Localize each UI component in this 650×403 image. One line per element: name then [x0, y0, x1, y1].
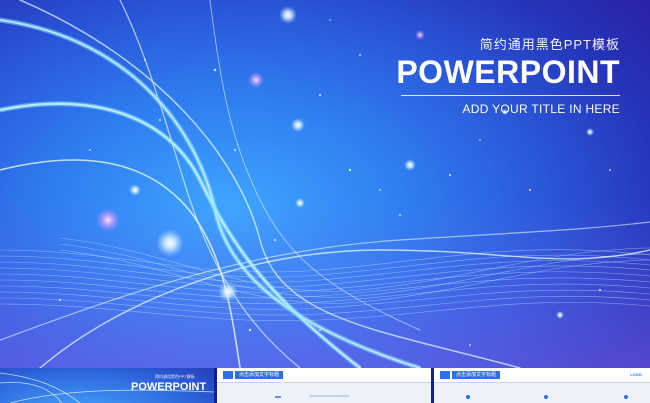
thumbnail-3-brand: LOGO — [630, 372, 642, 377]
title-divider — [401, 95, 620, 96]
thumbnail-3-circle-icon — [624, 395, 628, 399]
thumbnail-2-header: 点击添加文字标题 — [235, 371, 284, 379]
thumbnail-slide-2[interactable]: 点击添加文字标题 — [217, 368, 431, 403]
thumbnail-1-subtitle: 简约通用黑色PPT模板 — [155, 374, 195, 379]
thumbnail-1-title: POWERPOINT — [131, 381, 207, 393]
thumbnail-2-logo-icon — [223, 371, 233, 379]
thumbnail-2-text-placeholder — [309, 395, 349, 397]
slide-tagline: ADD YOUR TITLE IN HERE — [462, 102, 620, 116]
thumbnail-3-logo-icon — [440, 371, 450, 379]
slide-title: POWERPOINT — [396, 54, 620, 90]
thumbnail-strip: 简约通用黑色PPT模板 POWERPOINT 点击添加文字标题 点击添加文字标题… — [0, 368, 650, 403]
slide-hero[interactable]: 简约通用黑色PPT模板 POWERPOINT ADD YOUR TITLE IN… — [0, 0, 650, 368]
thumbnail-slide-3[interactable]: 点击添加文字标题 LOGO — [434, 368, 650, 403]
title-block: 简约通用黑色PPT模板 POWERPOINT ADD YOUR TITLE IN… — [396, 34, 620, 116]
thumbnail-3-header: 点击添加文字标题 — [452, 371, 501, 379]
thumbnail-2-header-bar: 点击添加文字标题 — [217, 368, 431, 383]
thumbnail-3-circle-icon — [544, 395, 548, 399]
thumbnail-3-header-bar: 点击添加文字标题 LOGO — [434, 368, 650, 383]
thumbnail-slide-1[interactable]: 简约通用黑色PPT模板 POWERPOINT — [0, 368, 214, 403]
slide-subtitle: 简约通用黑色PPT模板 — [479, 37, 620, 52]
thumbnail-2-bullet-icon — [275, 396, 281, 398]
thumbnail-3-circle-icon — [466, 395, 470, 399]
slide-preview: 简约通用黑色PPT模板 POWERPOINT ADD YOUR TITLE IN… — [0, 0, 650, 403]
